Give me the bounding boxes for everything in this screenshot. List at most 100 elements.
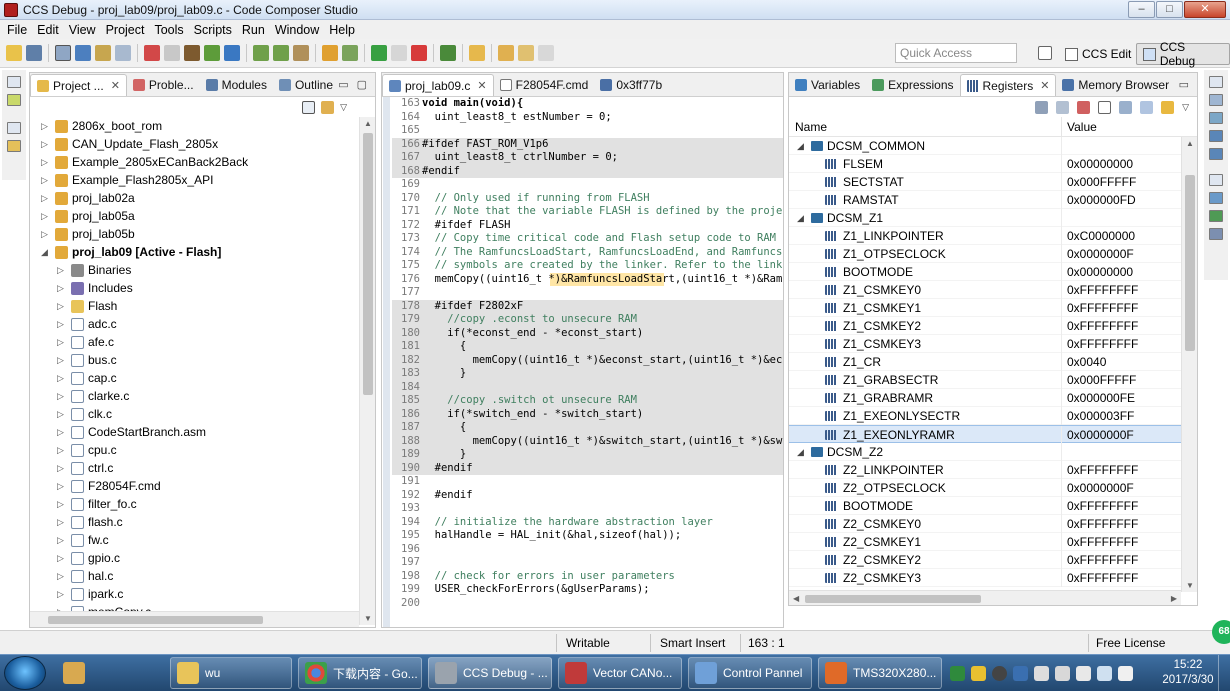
tree-item[interactable]: ▷ bus.c (30, 351, 360, 369)
taskbar-vector-canoe[interactable]: Vector CANo... (558, 657, 682, 689)
tab-outline[interactable]: Outline (273, 74, 339, 96)
license-status[interactable]: Free License (1096, 636, 1165, 650)
target-config-icon[interactable] (440, 45, 456, 61)
minimize-button[interactable]: – (1128, 1, 1155, 18)
restore-icon-right[interactable] (1209, 76, 1223, 88)
collapsed-arrow-icon[interactable]: ▷ (57, 369, 64, 387)
register-row[interactable]: Z1_EXEONLYSECTR 0x000003FF (789, 407, 1181, 425)
tree-item[interactable]: ▷ ipark.c (30, 585, 360, 603)
code-line[interactable]: 196 (392, 543, 783, 557)
register-row[interactable]: Z2_CSMKEY0 0xFFFFFFFF (789, 515, 1181, 533)
flash-icon[interactable] (224, 45, 240, 61)
close-tab-icon[interactable]: ✕ (1040, 79, 1049, 92)
collapsed-arrow-icon[interactable]: ▷ (41, 189, 48, 207)
taskbar-ccs-debug[interactable]: CCS Debug - ... (428, 657, 552, 689)
collapsed-arrow-icon[interactable]: ▷ (41, 225, 48, 243)
tree-item[interactable]: ▷ adc.c (30, 315, 360, 333)
pin-icon[interactable] (469, 45, 485, 61)
collapsed-arrow-icon[interactable]: ▷ (41, 153, 48, 171)
collapsed-arrow-icon[interactable]: ▷ (57, 333, 64, 351)
collapsed-arrow-icon[interactable]: ▷ (57, 549, 64, 567)
tree-item[interactable]: ▷ Includes (30, 279, 360, 297)
register-row[interactable]: SECTSTAT 0x000FFFFF (789, 173, 1181, 191)
tab-disassembly[interactable]: 0x3ff77b (594, 74, 668, 96)
project-tree-scrollbar[interactable]: ▲ ▼ (359, 117, 375, 625)
register-value[interactable]: 0xFFFFFFFF (1067, 317, 1138, 335)
collapsed-arrow-icon[interactable]: ▷ (57, 351, 64, 369)
code-line[interactable]: 178 #ifdef F2802xF (392, 299, 783, 313)
tab-f28054f-cmd[interactable]: F28054F.cmd (494, 74, 595, 96)
maximize-view-icon[interactable]: ▢ (357, 78, 367, 91)
collapsed-arrow-icon[interactable]: ▷ (41, 171, 48, 189)
tree-item[interactable]: ▷ CodeStartBranch.asm (30, 423, 360, 441)
collapsed-arrow-icon[interactable]: ▷ (41, 207, 48, 225)
code-line[interactable]: 183 } (392, 367, 783, 381)
tree-item[interactable]: ▷ proj_lab02a (30, 189, 360, 207)
register-group-row[interactable]: ◢ DCSM_Z1 (789, 209, 1181, 227)
taskbar-chrome[interactable]: 下载内容 - Go... (298, 657, 422, 689)
memory-icon[interactable] (1209, 130, 1223, 142)
expanded-arrow-icon[interactable]: ◢ (797, 137, 804, 155)
code-line[interactable]: 193 (392, 502, 783, 516)
perspective-ccs-edit[interactable]: CCS Edit (1058, 43, 1138, 65)
reset-icon[interactable] (322, 45, 338, 61)
register-value[interactable]: 0xFFFFFFFF (1067, 281, 1138, 299)
register-value[interactable]: 0x000003FF (1067, 407, 1134, 425)
menu-help[interactable]: Help (324, 23, 360, 37)
register-group-row[interactable]: ◢ DCSM_Z2 (789, 443, 1181, 461)
code-line[interactable]: 197 (392, 556, 783, 570)
tab-memory-browser[interactable]: Memory Browser (1056, 74, 1175, 96)
disassembly-mini-icon[interactable] (1209, 228, 1223, 240)
menu-edit[interactable]: Edit (32, 23, 64, 37)
menu-view[interactable]: View (64, 23, 101, 37)
register-value[interactable]: 0x000FFFFF (1067, 371, 1136, 389)
connect-icon[interactable] (75, 45, 91, 61)
menu-file[interactable]: File (2, 23, 32, 37)
code-line[interactable]: 176 memCopy((uint16_t *)&RamfuncsLoadSta… (392, 272, 783, 286)
scrollbar-thumb[interactable] (1185, 175, 1195, 351)
collapse-all-registers-icon[interactable] (1119, 100, 1133, 114)
tab-problems[interactable]: Proble... (127, 74, 200, 96)
code-line[interactable]: 192 #endif (392, 489, 783, 503)
menu-project[interactable]: Project (101, 23, 150, 37)
tree-item[interactable]: ▷ cpu.c (30, 441, 360, 459)
collapsed-arrow-icon[interactable]: ▷ (57, 531, 64, 549)
collapsed-arrow-icon[interactable]: ▷ (57, 297, 64, 315)
maximize-button[interactable]: □ (1156, 1, 1183, 18)
tree-item[interactable]: ▷ afe.c (30, 333, 360, 351)
collapsed-arrow-icon[interactable]: ▷ (57, 459, 64, 477)
code-line[interactable]: 165 (392, 124, 783, 138)
register-row[interactable]: Z1_EXEONLYRAMR 0x0000000F (789, 425, 1181, 444)
expanded-arrow-icon[interactable]: ◢ (797, 209, 804, 227)
new-register-group-icon[interactable] (1035, 100, 1049, 114)
code-line[interactable]: 198 // check for errors in user paramete… (392, 570, 783, 584)
view-menu-icon[interactable]: ▽ (340, 102, 347, 113)
step-into-icon[interactable] (253, 45, 269, 61)
code-line[interactable]: 180 if(*econst_end - *econst_start) (392, 326, 783, 340)
menu-run[interactable]: Run (237, 23, 270, 37)
code-line[interactable]: 163 void main(void){ (392, 97, 783, 111)
register-row[interactable]: BOOTMODE 0xFFFFFFFF (789, 497, 1181, 515)
collapsed-arrow-icon[interactable]: ▷ (57, 441, 64, 459)
register-row[interactable]: Z2_CSMKEY2 0xFFFFFFFF (789, 551, 1181, 569)
debug-mini-icon[interactable] (1209, 210, 1223, 222)
code-line[interactable]: 189 } (392, 448, 783, 462)
tray-io-icon[interactable] (992, 665, 1007, 681)
code-line[interactable]: 172 #ifdef FLASH (392, 219, 783, 233)
code-line[interactable]: 177 (392, 286, 783, 300)
collapsed-arrow-icon[interactable]: ▷ (57, 513, 64, 531)
remove-group-icon[interactable] (1077, 100, 1091, 114)
collapsed-arrow-icon[interactable]: ▷ (57, 585, 64, 603)
tab-variables[interactable]: Variables (789, 74, 866, 96)
step-over-icon[interactable] (273, 45, 289, 61)
security-shield-icon[interactable] (950, 665, 965, 681)
minimized-view-icon-2[interactable] (7, 140, 21, 152)
code-line[interactable]: 171 // Note that the variable FLASH is d… (392, 205, 783, 219)
terminate-all-icon[interactable] (164, 45, 180, 61)
tree-item[interactable]: ▷ 2806x_boot_rom (30, 117, 360, 135)
resume-icon[interactable] (371, 45, 387, 61)
tree-item[interactable]: ▷ cap.c (30, 369, 360, 387)
edit-group-icon[interactable] (1056, 100, 1070, 114)
collapsed-arrow-icon[interactable]: ▷ (57, 261, 64, 279)
register-value[interactable]: 0x000FFFFF (1067, 173, 1136, 191)
